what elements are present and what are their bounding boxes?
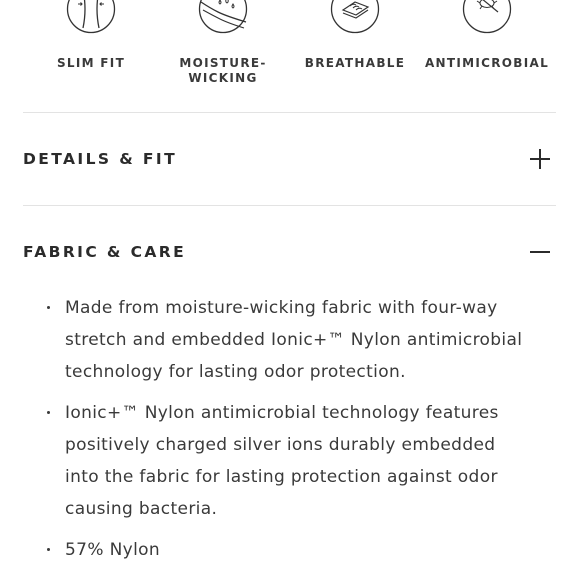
feature-label: SLIM FIT — [56, 56, 126, 70]
divider — [23, 112, 556, 113]
feature-label: MOISTURE- WICKING — [179, 56, 267, 85]
plus-icon[interactable] — [530, 148, 552, 170]
slim-fit-icon — [66, 0, 116, 34]
feature-slim-fit: SLIM FIT — [25, 0, 157, 71]
minus-icon[interactable] — [530, 241, 552, 263]
feature-icons-row: SLIM FIT MOISTURE- WICKING BREATHABLE AN… — [25, 0, 555, 100]
feature-antimicrobial: ANTIMICROBIAL — [421, 0, 553, 71]
moisture-wicking-icon — [198, 0, 248, 34]
feature-label: ANTIMICROBIAL — [424, 56, 550, 70]
feature-breathable: BREATHABLE — [289, 0, 421, 71]
section-title-details-fit: DETAILS & FIT — [23, 150, 178, 168]
bullet-icon — [47, 306, 50, 309]
fabric-care-list: Made from moisture-wicking fabric with f… — [23, 292, 523, 575]
feature-label: BREATHABLE — [304, 56, 406, 70]
list-item-text: Ionic+™ Nylon antimicrobial technology f… — [65, 403, 499, 519]
bullet-icon — [47, 411, 50, 414]
antimicrobial-icon — [462, 0, 512, 34]
breathable-icon — [330, 0, 380, 34]
feature-moisture-wicking: MOISTURE- WICKING — [157, 0, 289, 86]
list-item: Ionic+™ Nylon antimicrobial technology f… — [23, 397, 523, 525]
bullet-icon — [47, 548, 50, 551]
list-item-text: 57% Nylon — [65, 540, 161, 560]
divider — [23, 205, 556, 206]
section-title-fabric-care: FABRIC & CARE — [23, 243, 187, 261]
list-item-text: Made from moisture-wicking fabric with f… — [65, 298, 523, 382]
list-item: Made from moisture-wicking fabric with f… — [23, 292, 523, 388]
list-item: 57% Nylon — [23, 534, 523, 566]
